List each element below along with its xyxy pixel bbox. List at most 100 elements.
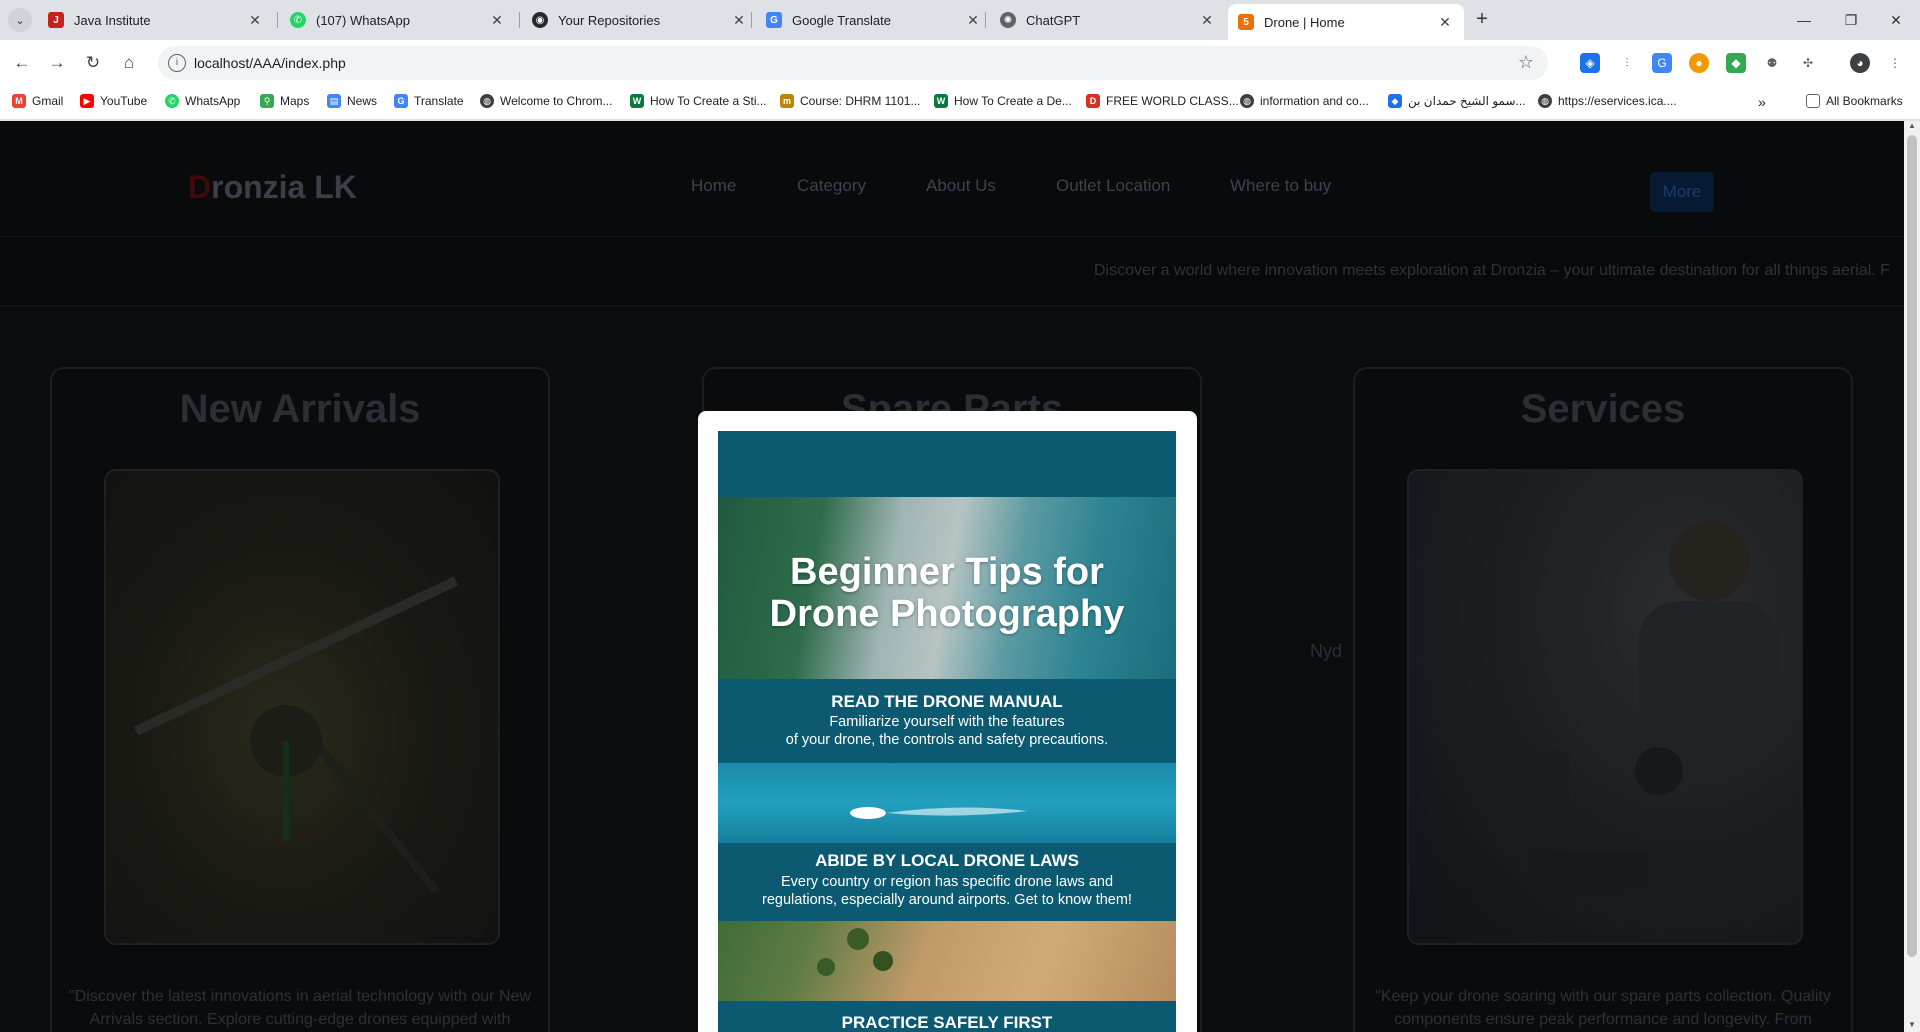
nav-where-to-buy[interactable]: Where to buy [1230,176,1331,196]
site-navbar: Dronzia LK Home Category About Us Outlet… [0,121,1904,236]
restore-button[interactable]: ❐ [1831,6,1871,34]
tab-separator [519,12,520,28]
bookmark-welcome-chrome[interactable]: ◍ Welcome to Chrom... [480,94,612,108]
bookmark-whatsapp[interactable]: ✆ WhatsApp [165,94,240,108]
technician-silhouette [1479,521,1779,891]
browser-toolbar: ← → ↻ ⌂ i localhost/AAA/index.php ☆ ◈ ⫶ … [0,40,1920,86]
drone-silhouette [133,576,459,894]
brand-logo[interactable]: Dronzia LK [188,169,357,206]
more-button[interactable]: More [1650,172,1714,212]
tip-text: regulations, especially around airports.… [762,892,1132,908]
tab-title: Google Translate [792,12,892,28]
tab-drone-home[interactable]: 5 Drone | Home ✕ [1228,4,1464,40]
tab-google-translate[interactable]: G Google Translate ✕ [756,4,992,36]
bookmarks-overflow-button[interactable]: » [1758,94,1766,110]
profile-avatar[interactable]: ◕ [1850,53,1870,73]
close-icon[interactable]: ✕ [1436,14,1454,31]
tab-separator [751,12,752,28]
bookmark-course[interactable]: m Course: DHRM 1101... [780,94,921,108]
bookmark-maps[interactable]: ⚲ Maps [260,94,309,108]
wikihow-icon: W [934,94,948,108]
bookmark-wikihow-1[interactable]: W How To Create a Sti... [630,94,767,108]
youtube-icon: ▶ [80,94,94,108]
green-extension-icon[interactable]: ◆ [1726,53,1746,73]
close-icon[interactable]: ✕ [964,12,982,29]
github-icon: ◉ [532,12,548,28]
bookmark-translate[interactable]: G Translate [394,94,464,108]
tab-your-repositories[interactable]: ◉ Your Repositories ✕ [522,4,758,36]
page-scrollbar[interactable]: ▲ ▼ [1904,121,1920,1032]
close-icon[interactable]: ✕ [730,12,748,29]
field-trees-photo [718,921,1176,1001]
forward-button[interactable]: → [45,51,69,75]
tab-chatgpt[interactable]: ✺ ChatGPT ✕ [990,4,1226,36]
translate-extension-icon[interactable]: G [1652,53,1672,73]
tip-heading: PRACTICE SAFELY FIRST [841,1013,1053,1032]
whatsapp-icon: ✆ [290,12,306,28]
gmail-icon: M [12,94,26,108]
boat-wake [850,807,1028,819]
bookmark-label: Course: DHRM 1101... [800,94,921,108]
poster-title: Beginner Tips for Drone Photography [718,551,1176,635]
kebab-menu-icon[interactable]: ⋮ [1885,53,1905,73]
close-icon[interactable]: ✕ [246,12,264,29]
new-tab-button[interactable]: + [1470,8,1494,32]
bookmark-label: https://eservices.ica.... [1558,94,1677,108]
bookmark-information[interactable]: ◍ information and co... [1240,94,1369,108]
site-info-icon[interactable]: i [168,54,186,72]
tab-search-button[interactable]: ⌄ [8,8,32,32]
tip-text: Familiarize yourself with the features [829,714,1065,730]
all-bookmarks-button[interactable]: All Bookmarks [1806,94,1903,108]
bookmark-label: Translate [414,94,464,108]
nav-category[interactable]: Category [797,176,866,196]
bookmark-free-world-class[interactable]: D FREE WORLD CLASS... [1086,94,1239,108]
card-new-arrivals[interactable]: New Arrivals "Discover the latest innova… [50,367,550,1032]
globe-icon: ◍ [480,94,494,108]
equalizer-extension-icon[interactable]: ⫶ [1617,53,1637,73]
minimize-button[interactable]: — [1784,6,1824,34]
bookmark-arabic[interactable]: ◆ سمو الشيخ حمدان بن... [1388,94,1526,108]
home-button[interactable]: ⌂ [117,51,141,75]
nav-about-us[interactable]: About Us [926,176,996,196]
back-button[interactable]: ← [10,51,34,75]
bookmark-gmail[interactable]: M Gmail [12,94,63,108]
bookmark-label: YouTube [100,94,148,108]
bookmark-news[interactable]: ▤ News [327,94,377,108]
drone-image [104,469,500,945]
scrollbar-thumb[interactable] [1907,135,1917,957]
scroll-up-arrow-icon[interactable]: ▲ [1904,121,1920,133]
address-bar[interactable]: i localhost/AAA/index.php ☆ [158,46,1548,80]
close-icon[interactable]: ✕ [1198,12,1216,29]
close-window-button[interactable]: ✕ [1876,6,1916,34]
tips-modal[interactable]: Beginner Tips for Drone Photography READ… [698,411,1197,1032]
cookie-extension-icon[interactable]: ● [1689,53,1709,73]
nav-outlet-location[interactable]: Outlet Location [1056,176,1170,196]
tip-heading: ABIDE BY LOCAL DRONE LAWS [815,851,1079,870]
tab-strip: ⌄ J Java Institute ✕ ✆ (107) WhatsApp ✕ … [0,0,1920,40]
globe-icon: ◍ [1240,94,1254,108]
incognito-extension-icon[interactable]: ⚉ [1762,53,1782,73]
news-icon: ▤ [327,94,341,108]
tab-title: Your Repositories [558,12,661,28]
card-services[interactable]: Services "Keep your drone soaring with o… [1353,367,1853,1032]
tip-text: of your drone, the controls and safety p… [785,732,1109,748]
close-icon[interactable]: ✕ [488,12,506,29]
extensions-puzzle-icon[interactable]: ✣ [1798,53,1818,73]
bookmark-label: WhatsApp [185,94,241,108]
reload-button[interactable]: ↻ [81,51,105,75]
page-viewport: Dronzia LK Home Category About Us Outlet… [0,121,1904,1032]
nav-home[interactable]: Home [691,176,736,196]
tab-separator [277,12,278,28]
bookmark-eservices[interactable]: ◍ https://eservices.ica.... [1538,94,1677,108]
bookmark-wikihow-2[interactable]: W How To Create a De... [934,94,1072,108]
bookmark-label: FREE WORLD CLASS... [1106,94,1239,108]
tab-java-institute[interactable]: J Java Institute ✕ [38,4,274,36]
bitwarden-extension-icon[interactable]: ◈ [1580,53,1600,73]
bookmark-youtube[interactable]: ▶ YouTube [80,94,147,108]
card-title: New Arrivals [179,387,421,431]
bookmark-star-icon[interactable]: ☆ [1518,52,1534,73]
url-text[interactable]: localhost/AAA/index.php [194,55,346,71]
scroll-down-arrow-icon[interactable]: ▼ [1904,1020,1920,1032]
tab-separator [985,12,986,28]
tab-whatsapp[interactable]: ✆ (107) WhatsApp ✕ [280,4,516,36]
